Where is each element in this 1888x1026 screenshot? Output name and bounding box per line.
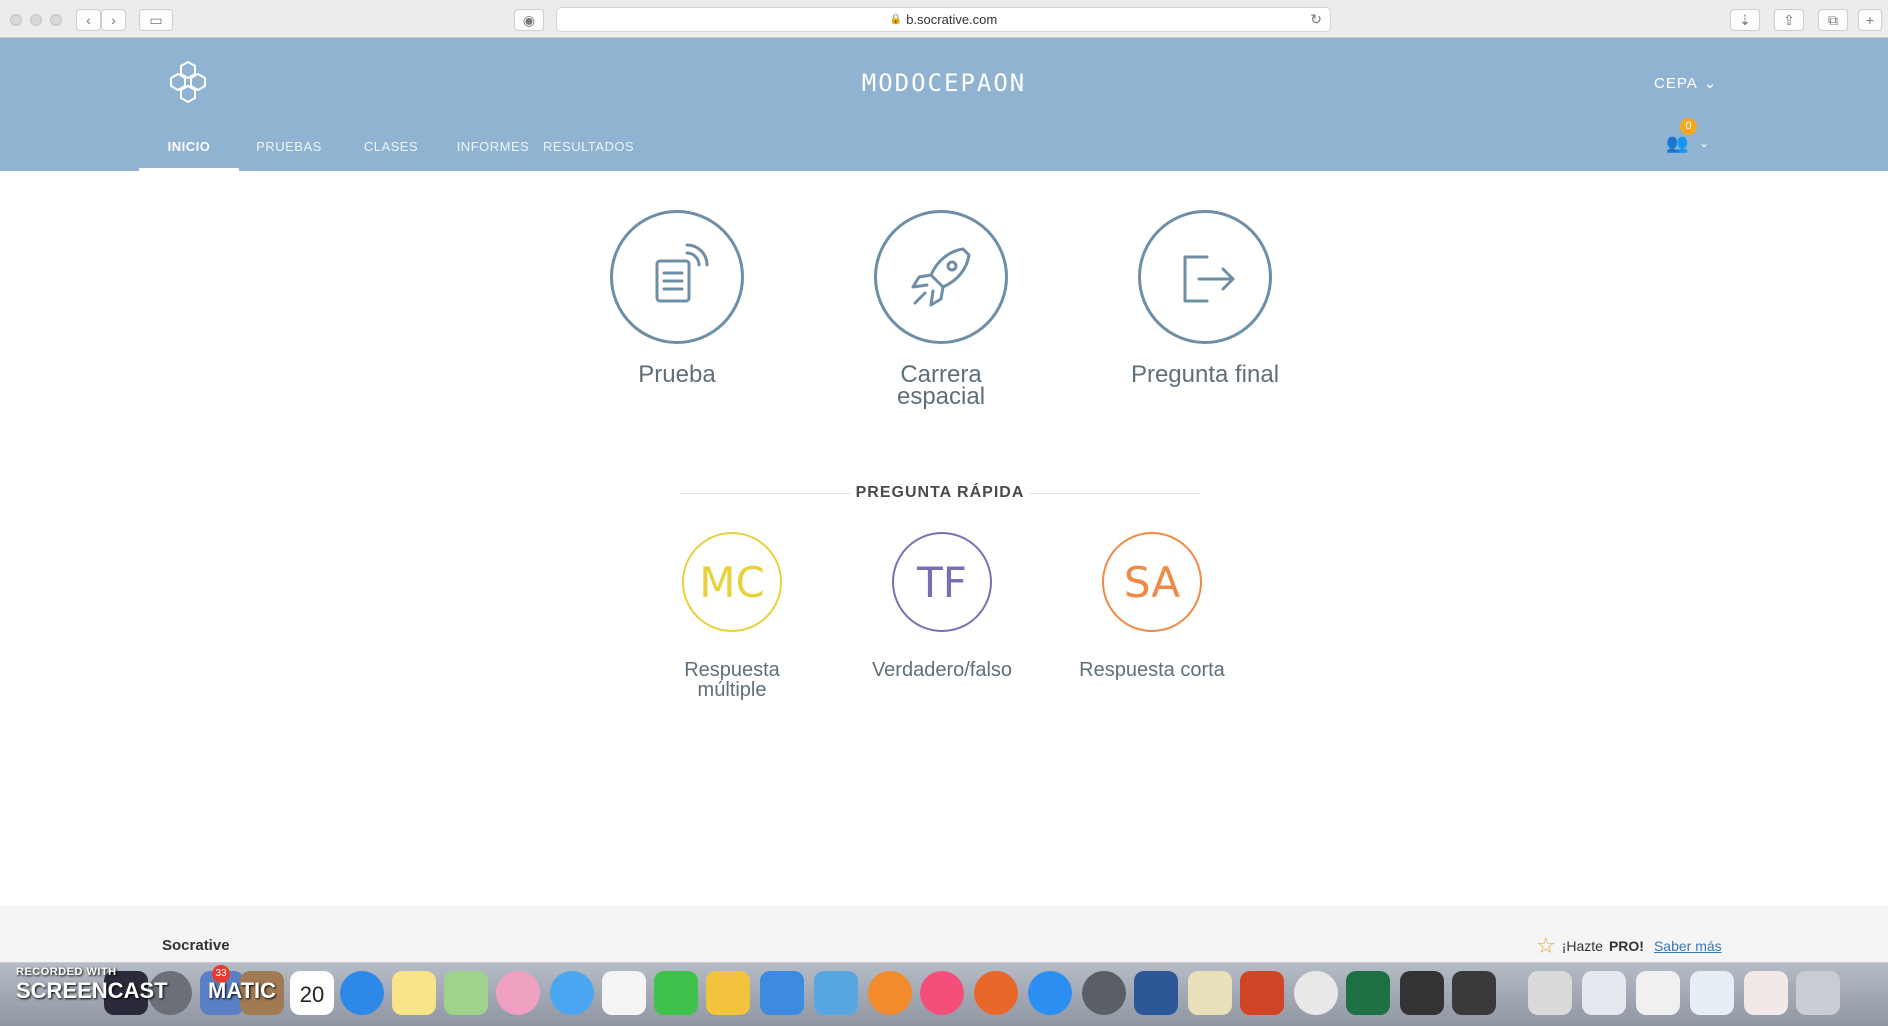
rooms-menu[interactable]: 0 👥 ⌄ bbox=[1666, 118, 1714, 158]
divider-line bbox=[1030, 493, 1200, 494]
short-answer-button[interactable]: SA bbox=[1102, 532, 1202, 632]
downloads-button[interactable]: ⇣ bbox=[1730, 9, 1760, 31]
user-menu[interactable]: CEPA ⌄ bbox=[1654, 74, 1718, 93]
activity-label: Carrera espacial bbox=[896, 361, 986, 410]
page-footer: Socrative ☆ ¡Hazte PRO! Saber más bbox=[0, 906, 1888, 966]
address-bar[interactable]: 🔒 b.socrative.com ↻ bbox=[556, 7, 1331, 32]
tabs-icon: ⧉ bbox=[1828, 11, 1838, 28]
url-text: b.socrative.com bbox=[906, 12, 998, 27]
zoom-window-button[interactable] bbox=[50, 14, 62, 26]
facetime-icon[interactable] bbox=[654, 971, 698, 1015]
shield-icon: ◉ bbox=[522, 11, 536, 28]
photos-icon[interactable] bbox=[496, 971, 540, 1015]
quick-option-label: Respuesta corta bbox=[1079, 659, 1225, 681]
printer-icon[interactable] bbox=[1400, 971, 1444, 1015]
nav-tab-inicio[interactable]: INICIO bbox=[139, 139, 239, 171]
rocket-icon bbox=[911, 247, 971, 307]
chevron-right-icon: › bbox=[111, 12, 116, 28]
pro-promo: ☆ ¡Hazte PRO! Saber más bbox=[1536, 933, 1722, 959]
students-icon: 👥 bbox=[1666, 133, 1689, 153]
forward-button[interactable]: › bbox=[101, 9, 126, 31]
activity-prueba[interactable]: Prueba bbox=[577, 210, 777, 388]
quick-option-label: Respuesta múltiple bbox=[684, 659, 780, 701]
multiple-choice-button[interactable]: MC bbox=[682, 532, 782, 632]
sidebar-icon: ▭ bbox=[149, 11, 163, 28]
keynote-icon[interactable] bbox=[814, 971, 858, 1015]
plus-icon: + bbox=[1865, 12, 1875, 28]
nav-tab-pruebas[interactable]: PRUEBAS bbox=[239, 139, 339, 171]
exit-ticket-icon bbox=[1183, 255, 1235, 303]
reminders-icon[interactable] bbox=[602, 971, 646, 1015]
activity-pregunta-final[interactable]: Pregunta final bbox=[1105, 210, 1305, 388]
quick-true-false[interactable]: TF Verdadero/falso bbox=[852, 532, 1032, 680]
quick-question-header: PREGUNTA RÁPIDA bbox=[680, 482, 1200, 504]
share-button[interactable]: ⇪ bbox=[1774, 9, 1804, 31]
pages-icon[interactable] bbox=[706, 971, 750, 1015]
activity-label: Pregunta final bbox=[1130, 361, 1280, 388]
star-icon: ☆ bbox=[1536, 933, 1556, 958]
footer-brand: Socrative bbox=[162, 937, 230, 954]
nav-tab-informes[interactable]: INFORMES bbox=[443, 139, 543, 171]
maps-icon[interactable] bbox=[444, 971, 488, 1015]
tabs-overview-button[interactable]: ⧉ bbox=[1818, 9, 1848, 31]
minimized-window-icon[interactable] bbox=[1636, 971, 1680, 1015]
quick-option-label: Verdadero/falso bbox=[871, 659, 1013, 681]
new-tab-button[interactable]: + bbox=[1858, 9, 1882, 31]
quick-multiple-choice[interactable]: MC Respuesta múltiple bbox=[642, 532, 822, 700]
minimized-window-icon[interactable] bbox=[1744, 971, 1788, 1015]
numbers-icon[interactable] bbox=[760, 971, 804, 1015]
quick-short-answer[interactable]: SA Respuesta corta bbox=[1062, 532, 1242, 680]
chrome-icon[interactable] bbox=[1294, 971, 1338, 1015]
close-window-button[interactable] bbox=[10, 14, 22, 26]
powerpoint-icon[interactable] bbox=[1240, 971, 1284, 1015]
privacy-button[interactable]: ◉ bbox=[514, 9, 544, 31]
browser-toolbar: ‹ › ▭ ◉ 🔒 b.socrative.com ↻ ⇣ ⇪ ⧉ + bbox=[0, 0, 1888, 38]
activity-label: Prueba bbox=[638, 361, 716, 388]
user-menu-label: CEPA bbox=[1654, 74, 1698, 92]
minimize-window-button[interactable] bbox=[30, 14, 42, 26]
activity-circle[interactable] bbox=[1138, 210, 1272, 344]
activity-circle[interactable] bbox=[610, 210, 744, 344]
safari-icon[interactable] bbox=[340, 971, 384, 1015]
activity-carrera-espacial[interactable]: Carrera espacial bbox=[841, 210, 1041, 410]
quiz-icon bbox=[655, 243, 709, 303]
word-icon[interactable] bbox=[1134, 971, 1178, 1015]
chevron-down-icon: ⌄ bbox=[1703, 75, 1718, 92]
main-nav: INICIO PRUEBAS CLASES INFORMES RESULTADO… bbox=[139, 139, 634, 171]
learn-more-link[interactable]: Saber más bbox=[1654, 938, 1722, 954]
messages-icon[interactable] bbox=[550, 971, 594, 1015]
app-header: MODOCEPAON CEPA ⌄ INICIO PRUEBAS CLASES … bbox=[0, 38, 1888, 171]
itunes-icon[interactable] bbox=[920, 971, 964, 1015]
minimized-window-icon[interactable] bbox=[1528, 971, 1572, 1015]
screenshot-icon[interactable] bbox=[1452, 971, 1496, 1015]
firefox-icon[interactable] bbox=[974, 971, 1018, 1015]
pro-text: ¡Hazte bbox=[1561, 938, 1603, 954]
excel-icon[interactable] bbox=[1346, 971, 1390, 1015]
lock-icon: 🔒 bbox=[889, 14, 903, 25]
chevron-down-icon: ⌄ bbox=[1699, 136, 1710, 150]
true-false-button[interactable]: TF bbox=[892, 532, 992, 632]
back-button[interactable]: ‹ bbox=[76, 9, 101, 31]
share-icon: ⇪ bbox=[1783, 11, 1795, 28]
minimized-window-icon[interactable] bbox=[1582, 971, 1626, 1015]
system-preferences-icon[interactable] bbox=[1082, 971, 1126, 1015]
chevron-left-icon: ‹ bbox=[86, 12, 91, 28]
trash-icon[interactable] bbox=[1796, 971, 1840, 1015]
activity-circle[interactable] bbox=[874, 210, 1008, 344]
ibooks-icon[interactable] bbox=[868, 971, 912, 1015]
preview-icon[interactable] bbox=[1188, 971, 1232, 1015]
screencast-watermark: RECORDED WITH SCREENCAST MATIC bbox=[16, 966, 277, 1003]
pro-bold-text: PRO! bbox=[1608, 938, 1644, 954]
nav-tab-clases[interactable]: CLASES bbox=[339, 139, 443, 171]
notes-icon[interactable] bbox=[392, 971, 436, 1015]
macos-dock: 33 20 bbox=[0, 962, 1888, 1026]
calendar-icon[interactable]: 20 bbox=[290, 971, 334, 1015]
nav-tab-resultados[interactable]: RESULTADOS bbox=[543, 139, 634, 171]
download-icon: ⇣ bbox=[1739, 11, 1751, 28]
minimized-window-icon[interactable] bbox=[1690, 971, 1734, 1015]
sidebar-toggle-button[interactable]: ▭ bbox=[139, 9, 173, 31]
reload-icon[interactable]: ↻ bbox=[1310, 11, 1322, 28]
app-store-icon[interactable] bbox=[1028, 971, 1072, 1015]
page-title: MODOCEPAON bbox=[861, 69, 1027, 97]
